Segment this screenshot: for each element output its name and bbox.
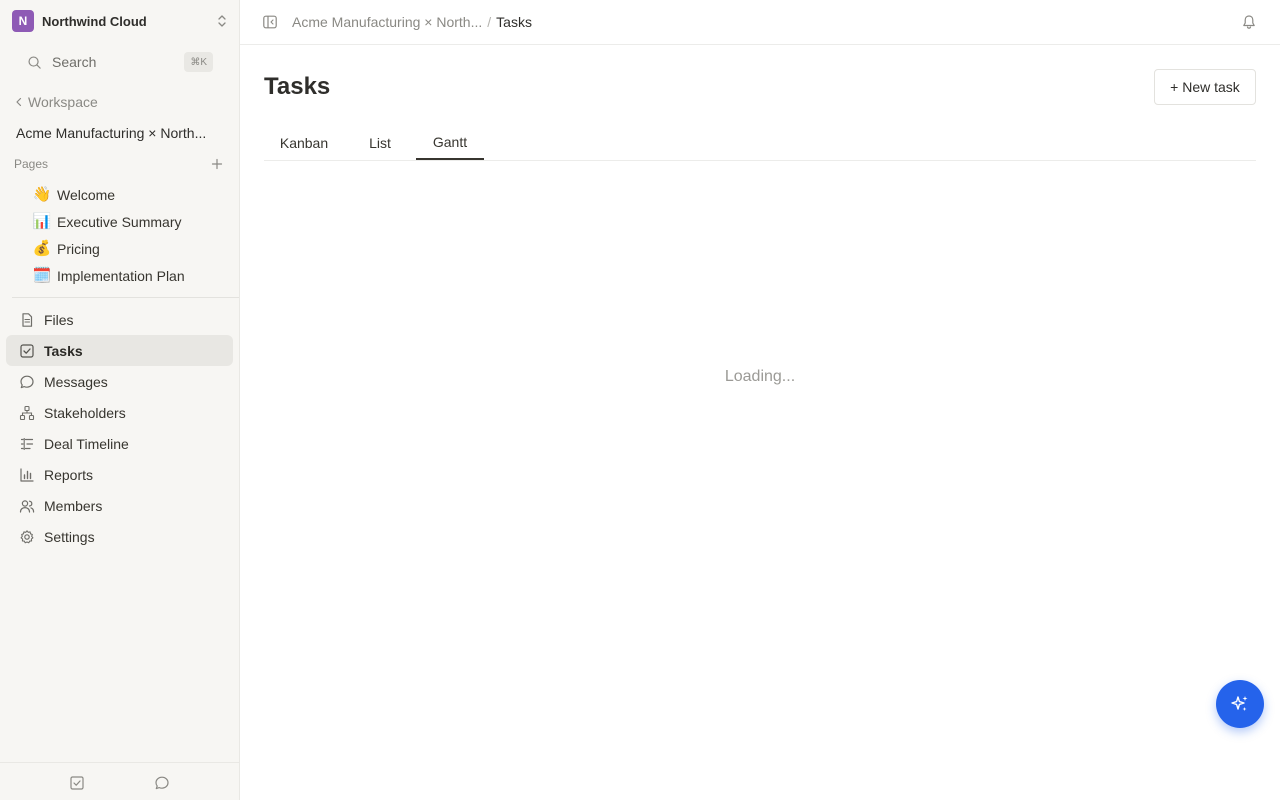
view-tabs: Kanban List Gantt — [264, 125, 1256, 161]
breadcrumb-separator: / — [487, 14, 492, 30]
tab-gantt[interactable]: Gantt — [416, 125, 484, 160]
sidebar-item-deal-timeline[interactable]: Deal Timeline — [6, 428, 233, 459]
sidebar-item-label: Deal Timeline — [44, 435, 129, 452]
sidebar-item-settings[interactable]: Settings — [6, 521, 233, 552]
sidebar-nav: Files Tasks Messages Stakeholders Deal T… — [6, 304, 233, 552]
money-bag-icon: 💰 — [32, 240, 52, 257]
chat-bubble-icon — [20, 375, 34, 388]
workspace-switcher[interactable]: N Northwind Cloud — [12, 10, 228, 32]
sidebar-item-members[interactable]: Members — [6, 490, 233, 521]
search-button[interactable]: Search ⌘K — [18, 50, 216, 74]
page-title: Tasks — [264, 73, 331, 100]
breadcrumb-parent[interactable]: Acme Manufacturing × North... — [292, 14, 482, 30]
search-shortcut: ⌘K — [184, 52, 213, 72]
chevron-left-icon — [16, 97, 22, 107]
workspace-name: Northwind Cloud — [42, 13, 147, 29]
bar-chart-icon — [20, 467, 34, 482]
project-title[interactable]: Acme Manufacturing × North... — [16, 125, 226, 141]
sidebar-item-label: Settings — [44, 528, 95, 545]
calendar-icon: 🗓️ — [32, 267, 52, 284]
pages-section-header: Pages — [14, 156, 224, 172]
sidebar-item-stakeholders[interactable]: Stakeholders — [6, 397, 233, 428]
sidebar-toggle-icon[interactable] — [262, 14, 278, 30]
loading-indicator: Loading... — [724, 368, 796, 385]
tab-list[interactable]: List — [348, 125, 412, 161]
page-item-pricing[interactable]: 💰 Pricing — [32, 235, 228, 262]
page-item-label: Implementation Plan — [57, 267, 185, 284]
sidebar-item-label: Messages — [44, 373, 108, 390]
sidebar-item-label: Reports — [44, 466, 94, 483]
page-item-label: Welcome — [57, 186, 116, 203]
sidebar-item-label: Files — [44, 311, 74, 328]
bell-icon[interactable] — [1241, 14, 1257, 30]
sidebar-divider — [12, 297, 239, 298]
top-bar: Acme Manufacturing × North... / Tasks — [240, 0, 1280, 45]
ai-assistant-button[interactable] — [1216, 680, 1264, 728]
page-item-welcome[interactable]: 👋 Welcome — [32, 181, 228, 208]
back-link-label: Workspace — [28, 94, 98, 110]
breadcrumb: Acme Manufacturing × North... / Tasks — [292, 14, 532, 30]
people-icon — [19, 499, 35, 513]
org-chart-icon — [19, 405, 35, 420]
sidebar-footer — [0, 762, 239, 800]
task-checkbox-icon[interactable] — [69, 775, 85, 791]
search-icon — [28, 55, 41, 69]
tab-kanban[interactable]: Kanban — [264, 125, 344, 161]
sidebar-item-files[interactable]: Files — [6, 304, 233, 335]
breadcrumb-current: Tasks — [496, 14, 532, 30]
page-item-implementation-plan[interactable]: 🗓️ Implementation Plan — [32, 262, 228, 289]
sidebar: N Northwind Cloud Search ⌘K Workspace Ac… — [0, 0, 240, 800]
new-task-button[interactable]: + New task — [1154, 69, 1256, 105]
sidebar-item-messages[interactable]: Messages — [6, 366, 233, 397]
page-list: 👋 Welcome 📊 Executive Summary 💰 Pricing … — [32, 181, 228, 289]
file-icon — [22, 312, 33, 327]
page-item-label: Pricing — [57, 240, 100, 257]
search-label: Search — [52, 54, 97, 70]
chevron-updown-icon — [218, 15, 226, 27]
waving-hand-icon: 👋 — [32, 186, 52, 203]
sidebar-item-tasks[interactable]: Tasks — [6, 335, 233, 366]
page-item-label: Executive Summary — [57, 213, 182, 230]
page-item-executive-summary[interactable]: 📊 Executive Summary — [32, 208, 228, 235]
checkbox-icon — [20, 343, 34, 358]
sidebar-item-label: Tasks — [44, 342, 83, 359]
plus-icon[interactable] — [210, 157, 224, 171]
gear-icon — [20, 529, 34, 543]
bar-chart-emoji-icon: 📊 — [32, 213, 52, 230]
pages-label: Pages — [14, 157, 49, 171]
sidebar-item-label: Members — [44, 497, 103, 514]
back-to-workspace-link[interactable]: Workspace — [14, 93, 98, 111]
timeline-icon — [20, 437, 34, 450]
sparkles-icon — [1231, 696, 1248, 711]
sidebar-item-label: Stakeholders — [44, 404, 126, 421]
workspace-badge: N — [12, 10, 34, 32]
sidebar-item-reports[interactable]: Reports — [6, 459, 233, 490]
chat-bubble-icon[interactable] — [154, 775, 170, 791]
